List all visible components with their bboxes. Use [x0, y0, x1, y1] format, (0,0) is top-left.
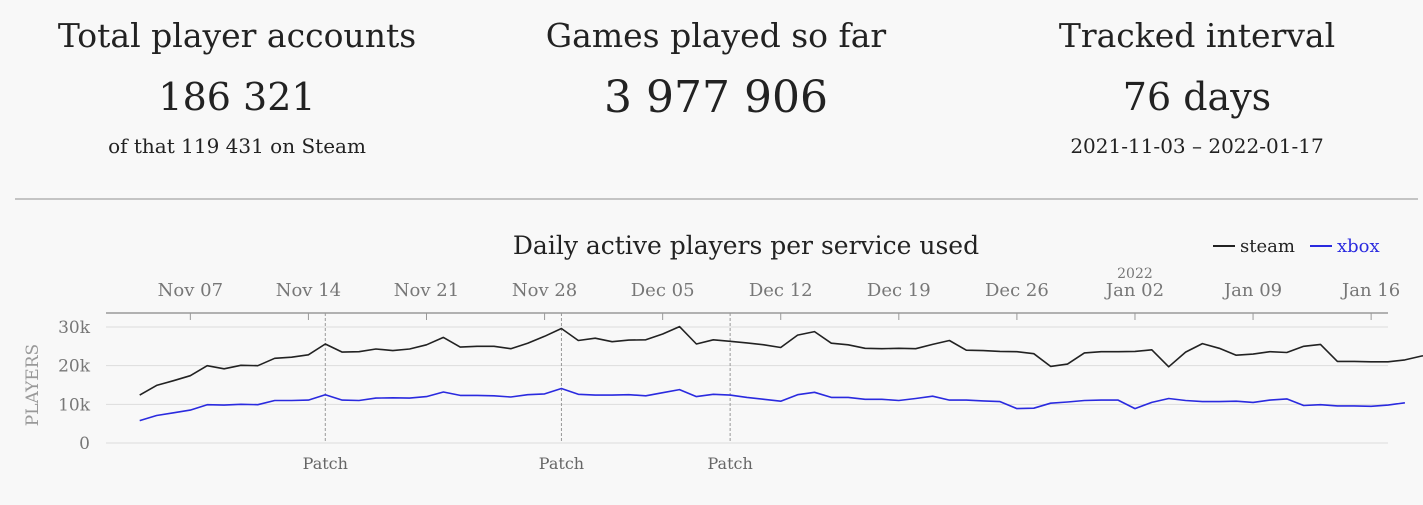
patch-label: Patch: [707, 454, 752, 473]
legend-xbox-label[interactable]: xbox: [1337, 236, 1380, 257]
x-tick-label: Dec 19: [867, 280, 931, 301]
x-tick-label: Nov 28: [512, 280, 577, 301]
y-axis-label: PLAYERS: [23, 344, 43, 426]
chart-title: Daily active players per service used: [513, 231, 979, 260]
stat-label: Tracked interval: [1058, 16, 1336, 55]
y-tick-label: 0: [79, 434, 90, 454]
x-tick-label: Jan 02: [1104, 280, 1164, 301]
legend[interactable]: steam xbox: [1213, 236, 1380, 257]
x-tick-label: Dec 05: [631, 280, 695, 301]
section-divider: [15, 198, 1418, 200]
stat-label: Total player accounts: [57, 16, 417, 55]
stat-label: Games played so far: [545, 16, 887, 55]
x-tick-label: Nov 21: [394, 280, 459, 301]
stat-value: 76 days: [1122, 75, 1272, 119]
patch-label: Patch: [539, 454, 584, 473]
daily-active-players-chart: Daily active players per service used st…: [23, 231, 1423, 473]
x-tick-label: Dec 12: [749, 280, 813, 301]
stat-subtext: of that 119 431 on Steam: [108, 134, 366, 158]
y-tick-label: 10k: [58, 395, 91, 415]
x-tick-label: Nov 14: [276, 280, 341, 301]
y-axis: 0 10k 20k 30k: [58, 318, 91, 454]
x-tick-label: Jan 16: [1340, 280, 1400, 301]
y-tick-label: 30k: [58, 318, 91, 338]
x-axis: Nov 07 Nov 14 Nov 21 Nov 28 Dec 05 Dec 12 Dec …: [106, 280, 1400, 320]
series-line-steam: [139, 325, 1423, 396]
x-tick-label: Nov 07: [158, 280, 223, 301]
patch-label: Patch: [303, 454, 348, 473]
patch-annotations: Patch Patch Patch: [303, 313, 753, 473]
stat-value: 186 321: [158, 75, 316, 119]
y-tick-label: 20k: [58, 357, 91, 377]
grid: [106, 326, 1388, 444]
series-lines: [139, 325, 1423, 422]
stat-subtext: 2021-11-03 – 2022-01-17: [1070, 134, 1324, 158]
x-tick-label: Dec 26: [985, 280, 1049, 301]
legend-steam-label[interactable]: steam: [1240, 236, 1295, 257]
stats-panel: Total player accounts 186 321 of that 11…: [0, 0, 1423, 198]
x-tick-label: Jan 09: [1222, 280, 1282, 301]
stat-value: 3 977 906: [604, 72, 828, 123]
